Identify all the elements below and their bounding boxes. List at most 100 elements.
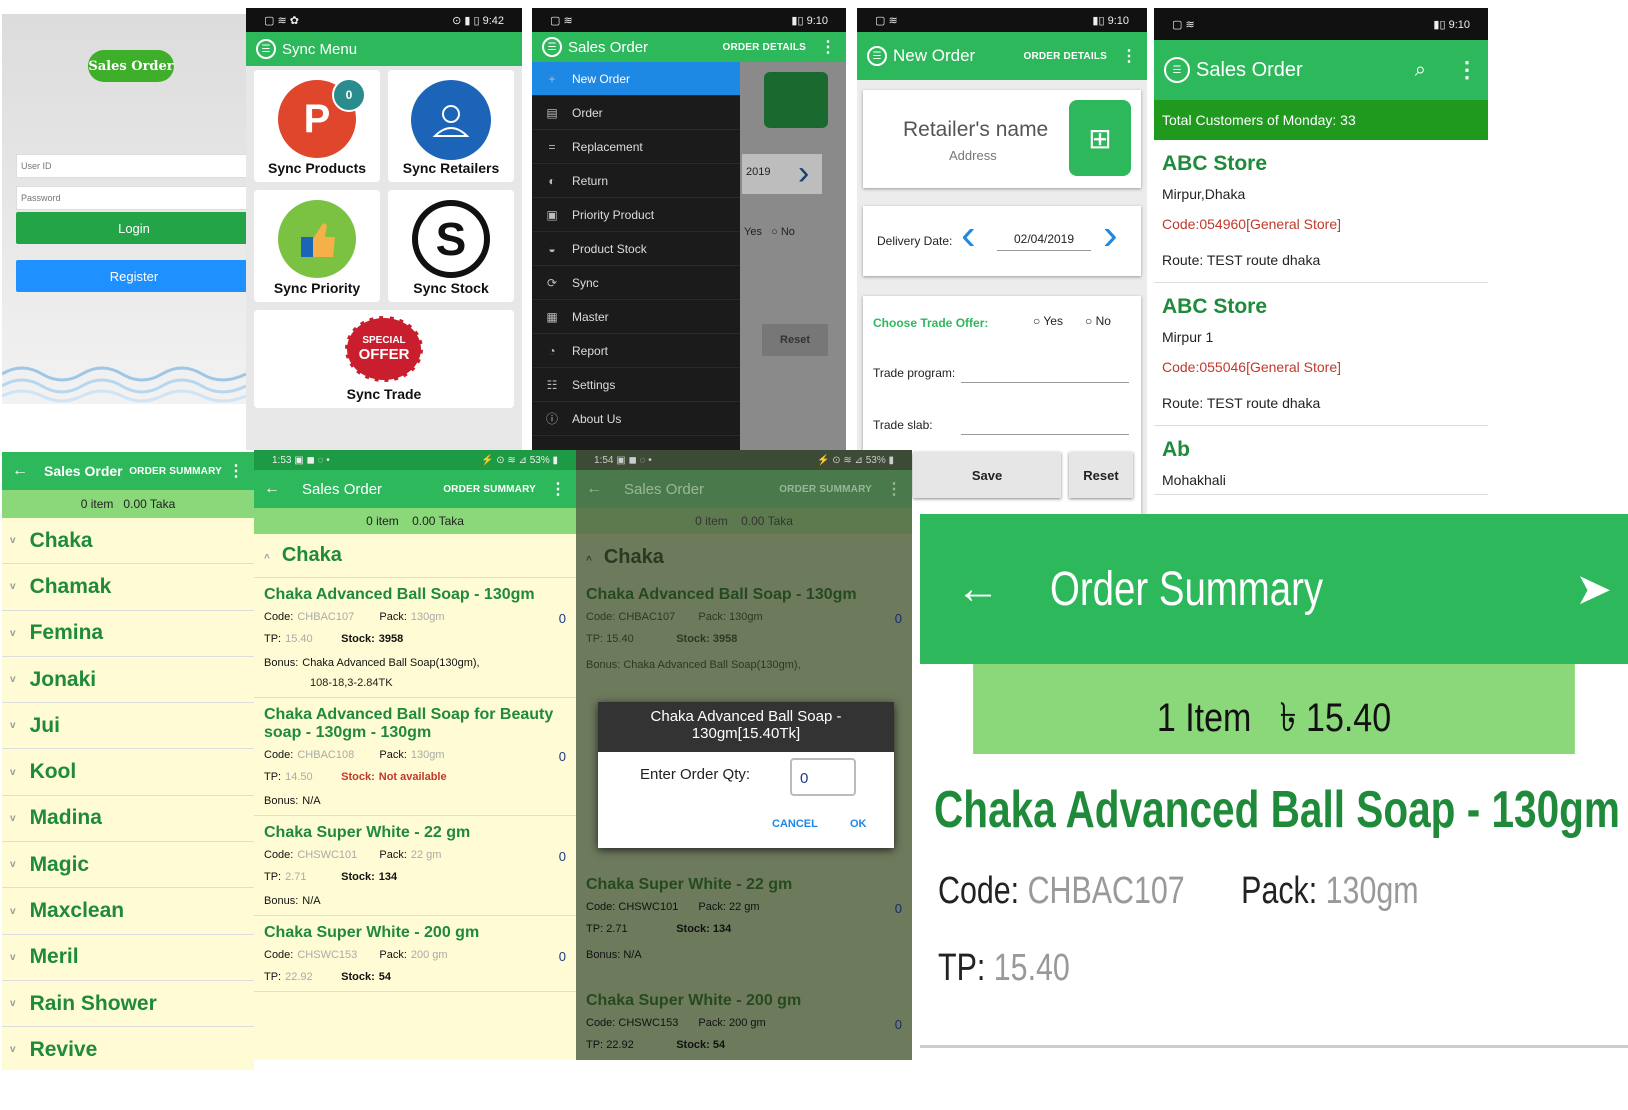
drawer-item-settings[interactable]: ☷ Settings bbox=[532, 368, 740, 402]
cancel-button[interactable]: CANCEL bbox=[772, 818, 818, 830]
product-item[interactable]: Chaka Super White - 200 gm Code: CHSWC153 P… bbox=[254, 916, 576, 992]
qty-value[interactable]: 0 bbox=[559, 949, 566, 964]
prev-date-icon[interactable]: ‹ bbox=[961, 210, 976, 260]
app-logo-icon[interactable]: ☰ bbox=[256, 39, 276, 59]
page-title: Sync Menu bbox=[282, 40, 358, 58]
ok-button[interactable]: OK bbox=[850, 818, 867, 830]
back-logo-icon[interactable]: ☰ bbox=[1164, 57, 1190, 83]
qty-value[interactable]: 0 bbox=[559, 749, 566, 764]
customer-item[interactable]: Ab Mohakhali bbox=[1154, 426, 1488, 495]
brand-item[interactable]: v Meril bbox=[2, 935, 254, 981]
drawer-item-master[interactable]: ▦ Master bbox=[532, 300, 740, 334]
brand-item[interactable]: v Chaka bbox=[2, 518, 254, 565]
order-summary-zoom: ← Order Summary ➤ 1 Item ৳ 15.40 Chaka A… bbox=[920, 514, 1628, 1054]
pack-value: 130gm bbox=[1325, 870, 1419, 912]
pack-value: 130gm bbox=[410, 749, 445, 761]
tp-value: 15.40 bbox=[285, 633, 313, 645]
drawer-item-icon: ⟳ bbox=[546, 275, 558, 290]
sync-products-card[interactable]: P 0 Sync Products bbox=[254, 70, 380, 182]
status-right: ▮▯ 9:10 bbox=[791, 14, 828, 27]
next-date-icon[interactable]: › bbox=[1103, 210, 1118, 260]
qty-value[interactable]: 0 bbox=[559, 849, 566, 864]
brand-header[interactable]: ^ Chaka bbox=[254, 534, 576, 578]
brand-item[interactable]: v Jonaki bbox=[2, 657, 254, 704]
customer-item[interactable]: ABC Store Mirpur,Dhaka Code:054960[General… bbox=[1154, 140, 1488, 283]
more-icon[interactable]: ⋮ bbox=[1456, 57, 1478, 83]
trade-slab-field[interactable] bbox=[961, 434, 1129, 435]
brand-item[interactable]: v Jui bbox=[2, 703, 254, 750]
more-icon[interactable]: ⋮ bbox=[228, 461, 244, 481]
no-radio[interactable]: ○ No bbox=[1085, 314, 1111, 328]
brand-item[interactable]: v Revive bbox=[2, 1027, 254, 1070]
search-icon[interactable]: ⌕ bbox=[1415, 59, 1426, 82]
save-button[interactable]: Save bbox=[913, 452, 1061, 498]
yes-radio[interactable]: ○ Yes bbox=[1033, 314, 1063, 328]
customer-name: Ab bbox=[1162, 438, 1190, 461]
drawer-item-sync[interactable]: ⟳ Sync bbox=[532, 266, 740, 300]
order-details-tab[interactable]: ORDER DETAILS bbox=[1023, 51, 1107, 62]
order-qty-input[interactable]: 0 bbox=[790, 758, 856, 796]
trade-program-field[interactable] bbox=[961, 382, 1129, 383]
product-item[interactable]: Chaka Super White - 22 gm Code: CHSWC101 Pa… bbox=[254, 816, 576, 916]
brand-item[interactable]: v Maxclean bbox=[2, 888, 254, 935]
customer-list-screen: ▢ ≋ ▮▯ 9:10 ☰ Sales Order ⌕ ⋮ Total Custo… bbox=[1154, 8, 1488, 514]
code-label: Code: bbox=[586, 901, 616, 913]
reset-button[interactable]: Reset bbox=[1069, 452, 1133, 498]
drawer-item-product-stock[interactable]: ◒ Product Stock bbox=[532, 232, 740, 266]
more-icon[interactable]: ⋮ bbox=[820, 37, 836, 57]
delivery-date-field[interactable]: 02/04/2019 bbox=[997, 232, 1091, 251]
more-icon[interactable]: ⋮ bbox=[1121, 46, 1137, 66]
product-item[interactable]: Chaka Advanced Ball Soap - 130gm Code: CHB… bbox=[254, 578, 576, 698]
more-icon[interactable]: ⋮ bbox=[550, 479, 566, 499]
brand-name: Kool bbox=[29, 760, 77, 784]
drawer-item-label: Settings bbox=[572, 377, 616, 392]
brand-item[interactable]: v Rain Shower bbox=[2, 981, 254, 1028]
register-button[interactable]: Register bbox=[16, 260, 246, 292]
order-summary-tab[interactable]: ORDER SUMMARY bbox=[443, 484, 536, 495]
product-item: Chaka Advanced Ball Soap - 130gm Code: C… bbox=[576, 580, 912, 677]
no-label: No bbox=[1095, 314, 1111, 328]
sync-retailers-card[interactable]: Sync Retailers bbox=[388, 70, 514, 182]
drawer-item-new-order[interactable]: + New Order bbox=[532, 62, 740, 96]
sync-trade-card[interactable]: SPECIAL OFFER Sync Trade bbox=[254, 310, 514, 408]
drawer-item-order[interactable]: ▤ Order bbox=[532, 96, 740, 130]
new-order-icon[interactable]: ⊞ bbox=[1069, 100, 1131, 176]
sync-priority-card[interactable]: Sync Priority bbox=[254, 190, 380, 302]
sync-stock-card[interactable]: S Sync Stock bbox=[388, 190, 514, 302]
brand-item[interactable]: v Madina bbox=[2, 796, 254, 843]
drawer-item-replacement[interactable]: = Replacement bbox=[532, 130, 740, 164]
qty-value[interactable]: 0 bbox=[559, 611, 566, 626]
chevron-down-icon: v bbox=[10, 627, 16, 639]
back-arrow-icon[interactable]: ← bbox=[956, 564, 1000, 614]
drawer-item-about-us[interactable]: ⓘ About Us bbox=[532, 402, 740, 436]
special-offer-icon: SPECIAL OFFER bbox=[345, 316, 423, 382]
customer-item[interactable]: ABC Store Mirpur 1 Code:055046[General Sto… bbox=[1154, 283, 1488, 426]
userid-input[interactable] bbox=[16, 154, 246, 178]
drawer-item-priority-product[interactable]: ▣ Priority Product bbox=[532, 198, 740, 232]
product-item[interactable]: Chaka Advanced Ball Soap for Beauty soap… bbox=[254, 698, 576, 816]
order-details-tab[interactable]: ORDER DETAILS bbox=[722, 42, 806, 53]
brand-item[interactable]: v Kool bbox=[2, 749, 254, 796]
login-button[interactable]: Login bbox=[16, 212, 246, 244]
drawer-item-return[interactable]: ◐ Return bbox=[532, 164, 740, 198]
status-left: ▢ ≋ ✿ bbox=[264, 14, 299, 27]
bg-yes: Yes bbox=[744, 226, 762, 238]
app-logo-icon[interactable]: ☰ bbox=[542, 37, 562, 57]
retailer-card[interactable]: Retailer's name Address ⊞ bbox=[863, 90, 1141, 188]
brand-item[interactable]: v Chamak bbox=[2, 564, 254, 611]
password-input[interactable] bbox=[16, 186, 246, 210]
app-logo-icon[interactable]: ☰ bbox=[867, 46, 887, 66]
stock-label: Stock: bbox=[676, 633, 710, 645]
drawer-item-label: New Order bbox=[572, 71, 631, 86]
back-arrow-icon[interactable]: ← bbox=[264, 480, 280, 498]
brand-item[interactable]: v Magic bbox=[2, 842, 254, 889]
pack-label: Pack: bbox=[698, 1017, 726, 1029]
pack-label: Pack: bbox=[379, 849, 407, 861]
drawer-item-report[interactable]: ◔ Report bbox=[532, 334, 740, 368]
send-icon[interactable]: ➤ bbox=[1575, 564, 1612, 615]
product-item: Chaka Super White - 200 gm Code: CHSWC15… bbox=[576, 986, 912, 1057]
brand-item[interactable]: v Femina bbox=[2, 611, 254, 657]
brand-name: Chaka bbox=[603, 546, 664, 568]
back-arrow-icon[interactable]: ← bbox=[12, 462, 28, 480]
order-summary-tab[interactable]: ORDER SUMMARY bbox=[129, 466, 222, 477]
